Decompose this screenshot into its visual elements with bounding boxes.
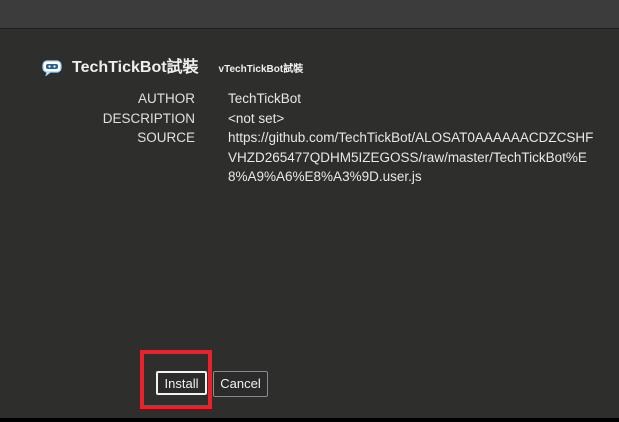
- metadata-row-author: AUTHOR TechTickBot: [0, 89, 619, 109]
- script-header: TechTickBot試裝 vTechTickBot試裝: [42, 57, 303, 79]
- metadata-key-source: SOURCE: [137, 130, 195, 145]
- cancel-button[interactable]: Cancel: [213, 371, 268, 397]
- metadata-row-source: SOURCE https://github.com/TechTickBot/AL…: [0, 128, 619, 187]
- top-bar: [0, 0, 619, 29]
- script-metadata: AUTHOR TechTickBot DESCRIPTION <not set>…: [0, 89, 619, 187]
- metadata-value-source: https://github.com/TechTickBot/ALOSAT0AA…: [228, 130, 594, 184]
- dialog-buttons: Install Cancel: [156, 371, 268, 397]
- metadata-value-author: TechTickBot: [228, 91, 302, 106]
- metadata-row-description: DESCRIPTION <not set>: [0, 109, 619, 129]
- install-button[interactable]: Install: [156, 371, 207, 395]
- bottom-bar: [0, 418, 619, 422]
- script-name: TechTickBot試裝: [72, 59, 199, 76]
- metadata-value-description: <not set>: [228, 110, 285, 126]
- script-version: vTechTickBot試裝: [218, 64, 304, 75]
- metadata-key-author: AUTHOR: [138, 91, 195, 106]
- speech-bubble-icon: [42, 60, 62, 77]
- metadata-key-description: DESCRIPTION: [102, 110, 195, 126]
